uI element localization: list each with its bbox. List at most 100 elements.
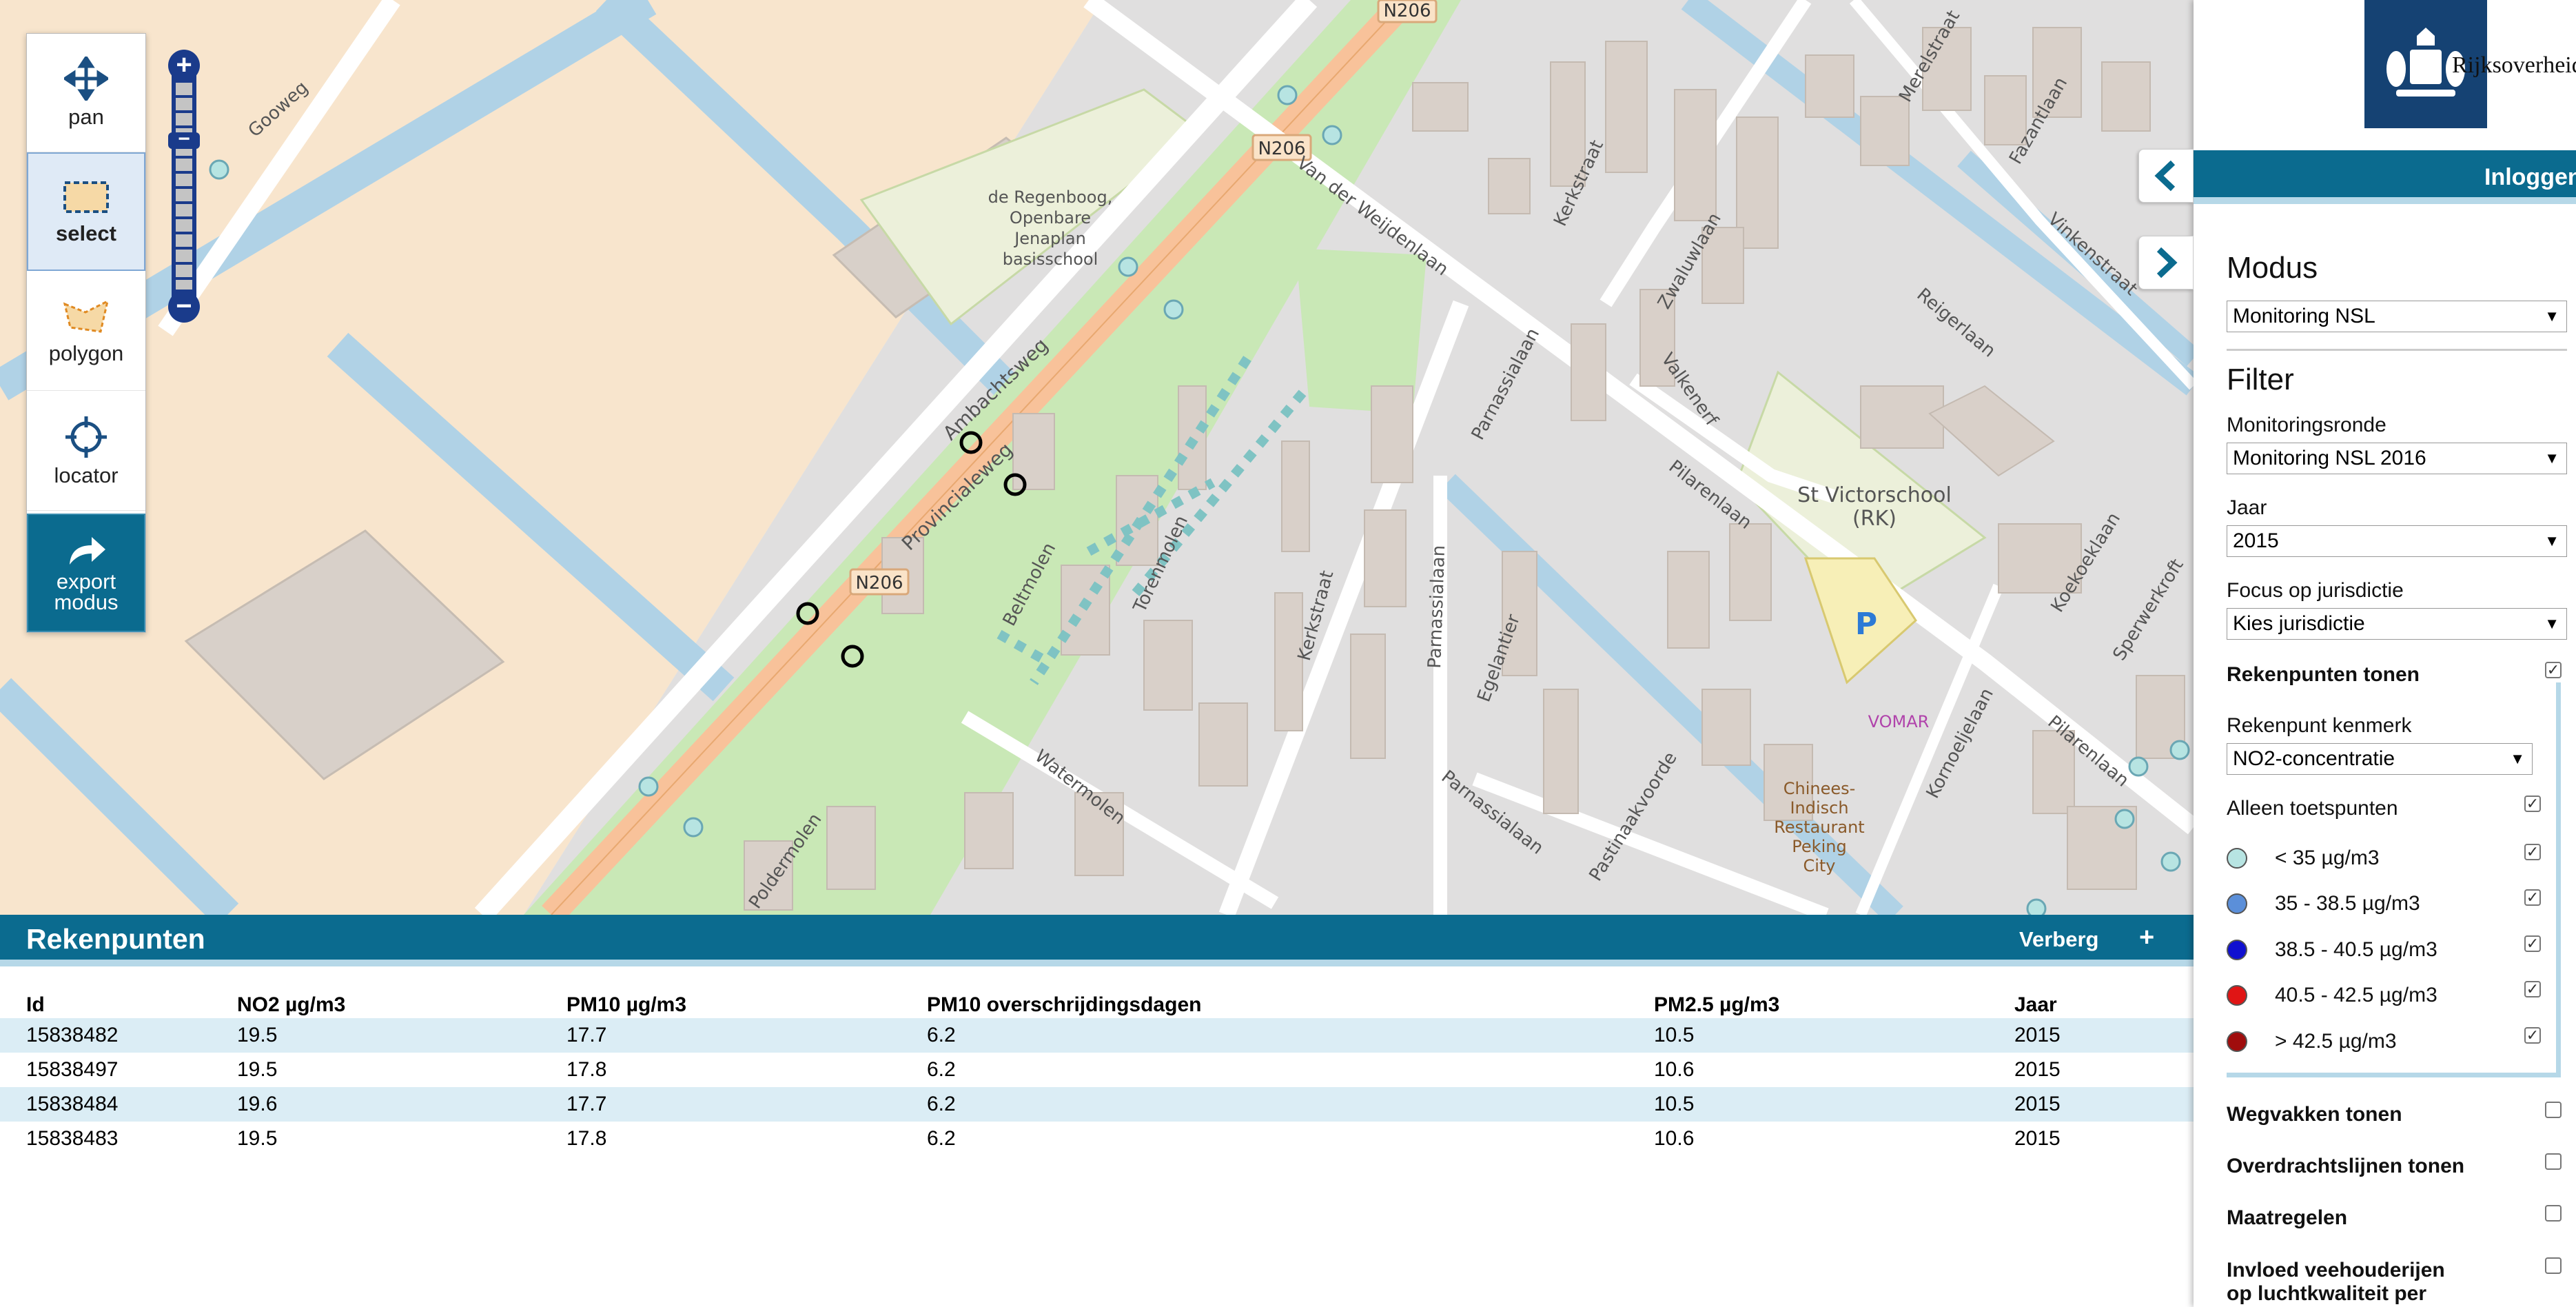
cell-pm10-days: 6.2 xyxy=(927,1058,956,1081)
caret-down-icon: ▼ xyxy=(2544,615,2559,632)
zoom-handle[interactable]: − xyxy=(168,129,200,150)
map-canvas[interactable]: N206 N206 N206 Gooweg Ambachtsweg Provin… xyxy=(0,0,2194,915)
results-table: Id NO2 µg/m3 PM10 µg/m3 PM10 overschrijd… xyxy=(0,984,2194,1156)
jaar-select[interactable]: 2015 ▼ xyxy=(2227,525,2567,557)
jaar-select-value: 2015 xyxy=(2233,529,2279,552)
expand-sidebar-button[interactable] xyxy=(2138,236,2194,290)
select-label: select xyxy=(56,221,116,245)
legend-bracket xyxy=(2556,682,2561,1075)
zoom-out-button[interactable]: − xyxy=(168,291,200,323)
jurisdictie-select[interactable]: Kies jurisdictie ▼ xyxy=(2227,608,2567,640)
cell-no2: 19.5 xyxy=(237,1058,278,1081)
label-n206: N206 xyxy=(1258,139,1305,159)
label-school: Jenaplan xyxy=(1013,229,1086,248)
collapse-sidebar-button[interactable] xyxy=(2138,149,2194,203)
results-panel: Rekenpunten Verberg + Id NO2 µg/m3 PM10 … xyxy=(0,915,2194,1307)
wegvakken-checkbox[interactable] xyxy=(2545,1102,2562,1118)
chevron-right-icon xyxy=(2156,247,2178,278)
zoom-slider[interactable]: + − − xyxy=(167,50,201,324)
select-tool-button[interactable]: select xyxy=(27,152,145,271)
label-n206: N206 xyxy=(1383,1,1431,21)
zoom-in-button[interactable]: + xyxy=(168,50,200,81)
locator-tool-button[interactable]: locator xyxy=(27,392,145,511)
label-st-victorschool: (RK) xyxy=(1852,507,1897,531)
pan-icon xyxy=(64,56,108,101)
label-restaurant: City xyxy=(1803,856,1835,875)
sidebar: Rijksoverheid Inloggen Modus Monitoring … xyxy=(2138,0,2576,1307)
column-header[interactable]: Id xyxy=(0,984,237,1018)
table-row[interactable]: 15838497 19.5 17.8 6.2 10.6 2015 xyxy=(0,1053,2194,1087)
app: N206 N206 N206 Gooweg Ambachtsweg Provin… xyxy=(0,0,2576,1307)
column-header[interactable]: Jaar xyxy=(2014,984,2194,1018)
export-mode-button[interactable]: export modus xyxy=(27,514,145,632)
cell-pm10-days: 6.2 xyxy=(927,1127,956,1150)
legend-label: < 35 µg/m3 xyxy=(2275,847,2380,869)
cell-pm10: 17.8 xyxy=(566,1127,607,1150)
label-n206: N206 xyxy=(855,573,903,594)
overdrachtslijnen-checkbox[interactable] xyxy=(2545,1153,2562,1170)
login-button[interactable]: Inloggen xyxy=(2484,164,2576,191)
polygon-tool-button[interactable]: polygon xyxy=(27,272,145,391)
pan-tool-button[interactable]: pan xyxy=(27,34,145,152)
column-header[interactable]: NO2 µg/m3 xyxy=(237,984,566,1018)
jurisdictie-select-value: Kies jurisdictie xyxy=(2233,612,2365,635)
cell-pm10-days: 6.2 xyxy=(927,1024,956,1046)
table-row[interactable]: 15838482 19.5 17.7 6.2 10.5 2015 xyxy=(0,1018,2194,1053)
cell-no2: 19.5 xyxy=(237,1024,278,1046)
kenmerk-select[interactable]: NO2-concentratie ▼ xyxy=(2227,743,2533,775)
cell-id: 15838484 xyxy=(26,1093,119,1115)
cell-id: 15838483 xyxy=(26,1127,119,1150)
table-row[interactable]: 15838483 19.5 17.8 6.2 10.6 2015 xyxy=(0,1122,2194,1156)
modus-title: Modus xyxy=(2227,251,2318,285)
cell-no2: 19.6 xyxy=(237,1093,278,1115)
kenmerk-label: Rekenpunt kenmerk xyxy=(2227,714,2412,737)
divider xyxy=(2227,349,2567,351)
legend-checkbox[interactable]: ✓ xyxy=(2524,889,2541,906)
locator-label: locator xyxy=(54,463,119,487)
modus-select[interactable]: Monitoring NSL ▼ xyxy=(2227,301,2567,332)
legend-checkbox[interactable]: ✓ xyxy=(2524,844,2541,860)
results-header: Rekenpunten Verberg + xyxy=(0,915,2194,966)
logo-text: Rijksoverheid xyxy=(2452,52,2576,78)
monitoringsronde-select[interactable]: Monitoring NSL 2016 ▼ xyxy=(2227,443,2567,474)
results-title: Rekenpunten xyxy=(26,923,205,955)
label-restaurant: Indisch xyxy=(1790,798,1848,818)
kenmerk-select-value: NO2-concentratie xyxy=(2233,747,2395,770)
maatregelen-label: Maatregelen xyxy=(2227,1206,2348,1229)
map-view[interactable]: N206 N206 N206 Gooweg Ambachtsweg Provin… xyxy=(0,0,2194,915)
legend-checkbox[interactable]: ✓ xyxy=(2524,981,2541,997)
legend-checkbox[interactable]: ✓ xyxy=(2524,935,2541,952)
zoom-ticks xyxy=(176,83,192,290)
legend-swatch-35-385 xyxy=(2227,893,2247,914)
label-school: Openbare xyxy=(1010,208,1091,227)
rekenpunten-tonen-checkbox[interactable]: ✓ xyxy=(2545,662,2562,678)
login-bar: Inloggen xyxy=(2194,150,2576,204)
monitoringsronde-label: Monitoringsronde xyxy=(2227,414,2386,436)
table-row[interactable]: 15838484 19.6 17.7 6.2 10.5 2015 xyxy=(0,1087,2194,1122)
column-header[interactable]: PM10 µg/m3 xyxy=(566,984,927,1018)
legend-swatch-gt425 xyxy=(2227,1031,2247,1052)
legend-bracket-bottom xyxy=(2227,1073,2561,1077)
label-restaurant: Restaurant xyxy=(1774,818,1864,837)
cell-pm25: 10.5 xyxy=(1654,1024,1695,1046)
legend-swatch-lt35 xyxy=(2227,848,2247,869)
caret-down-icon: ▼ xyxy=(2510,750,2525,767)
label-school: basisschool xyxy=(1003,250,1098,269)
maatregelen-checkbox[interactable] xyxy=(2545,1205,2562,1222)
hide-results-button[interactable]: Verberg xyxy=(2019,927,2098,952)
locator-crosshair-icon xyxy=(65,416,107,458)
invloed-veehouderijen-checkbox[interactable] xyxy=(2545,1257,2562,1274)
polygon-label: polygon xyxy=(48,341,124,365)
column-header[interactable]: PM10 overschrijdingsdagen xyxy=(927,984,1654,1018)
cell-year: 2015 xyxy=(2014,1127,2061,1150)
expand-results-button[interactable]: + xyxy=(2139,923,2154,953)
cell-year: 2015 xyxy=(2014,1058,2061,1081)
alleen-toetspunten-checkbox[interactable]: ✓ xyxy=(2524,796,2541,812)
column-header[interactable]: PM2.5 µg/m3 xyxy=(1654,984,2014,1018)
legend-swatch-385-405 xyxy=(2227,940,2247,960)
legend-label: 38.5 - 40.5 µg/m3 xyxy=(2275,938,2437,961)
cell-id: 15838497 xyxy=(26,1058,119,1081)
legend-checkbox[interactable]: ✓ xyxy=(2524,1027,2541,1044)
cell-pm10: 17.8 xyxy=(566,1058,607,1081)
overdrachtslijnen-label: Overdrachtslijnen tonen xyxy=(2227,1155,2465,1177)
